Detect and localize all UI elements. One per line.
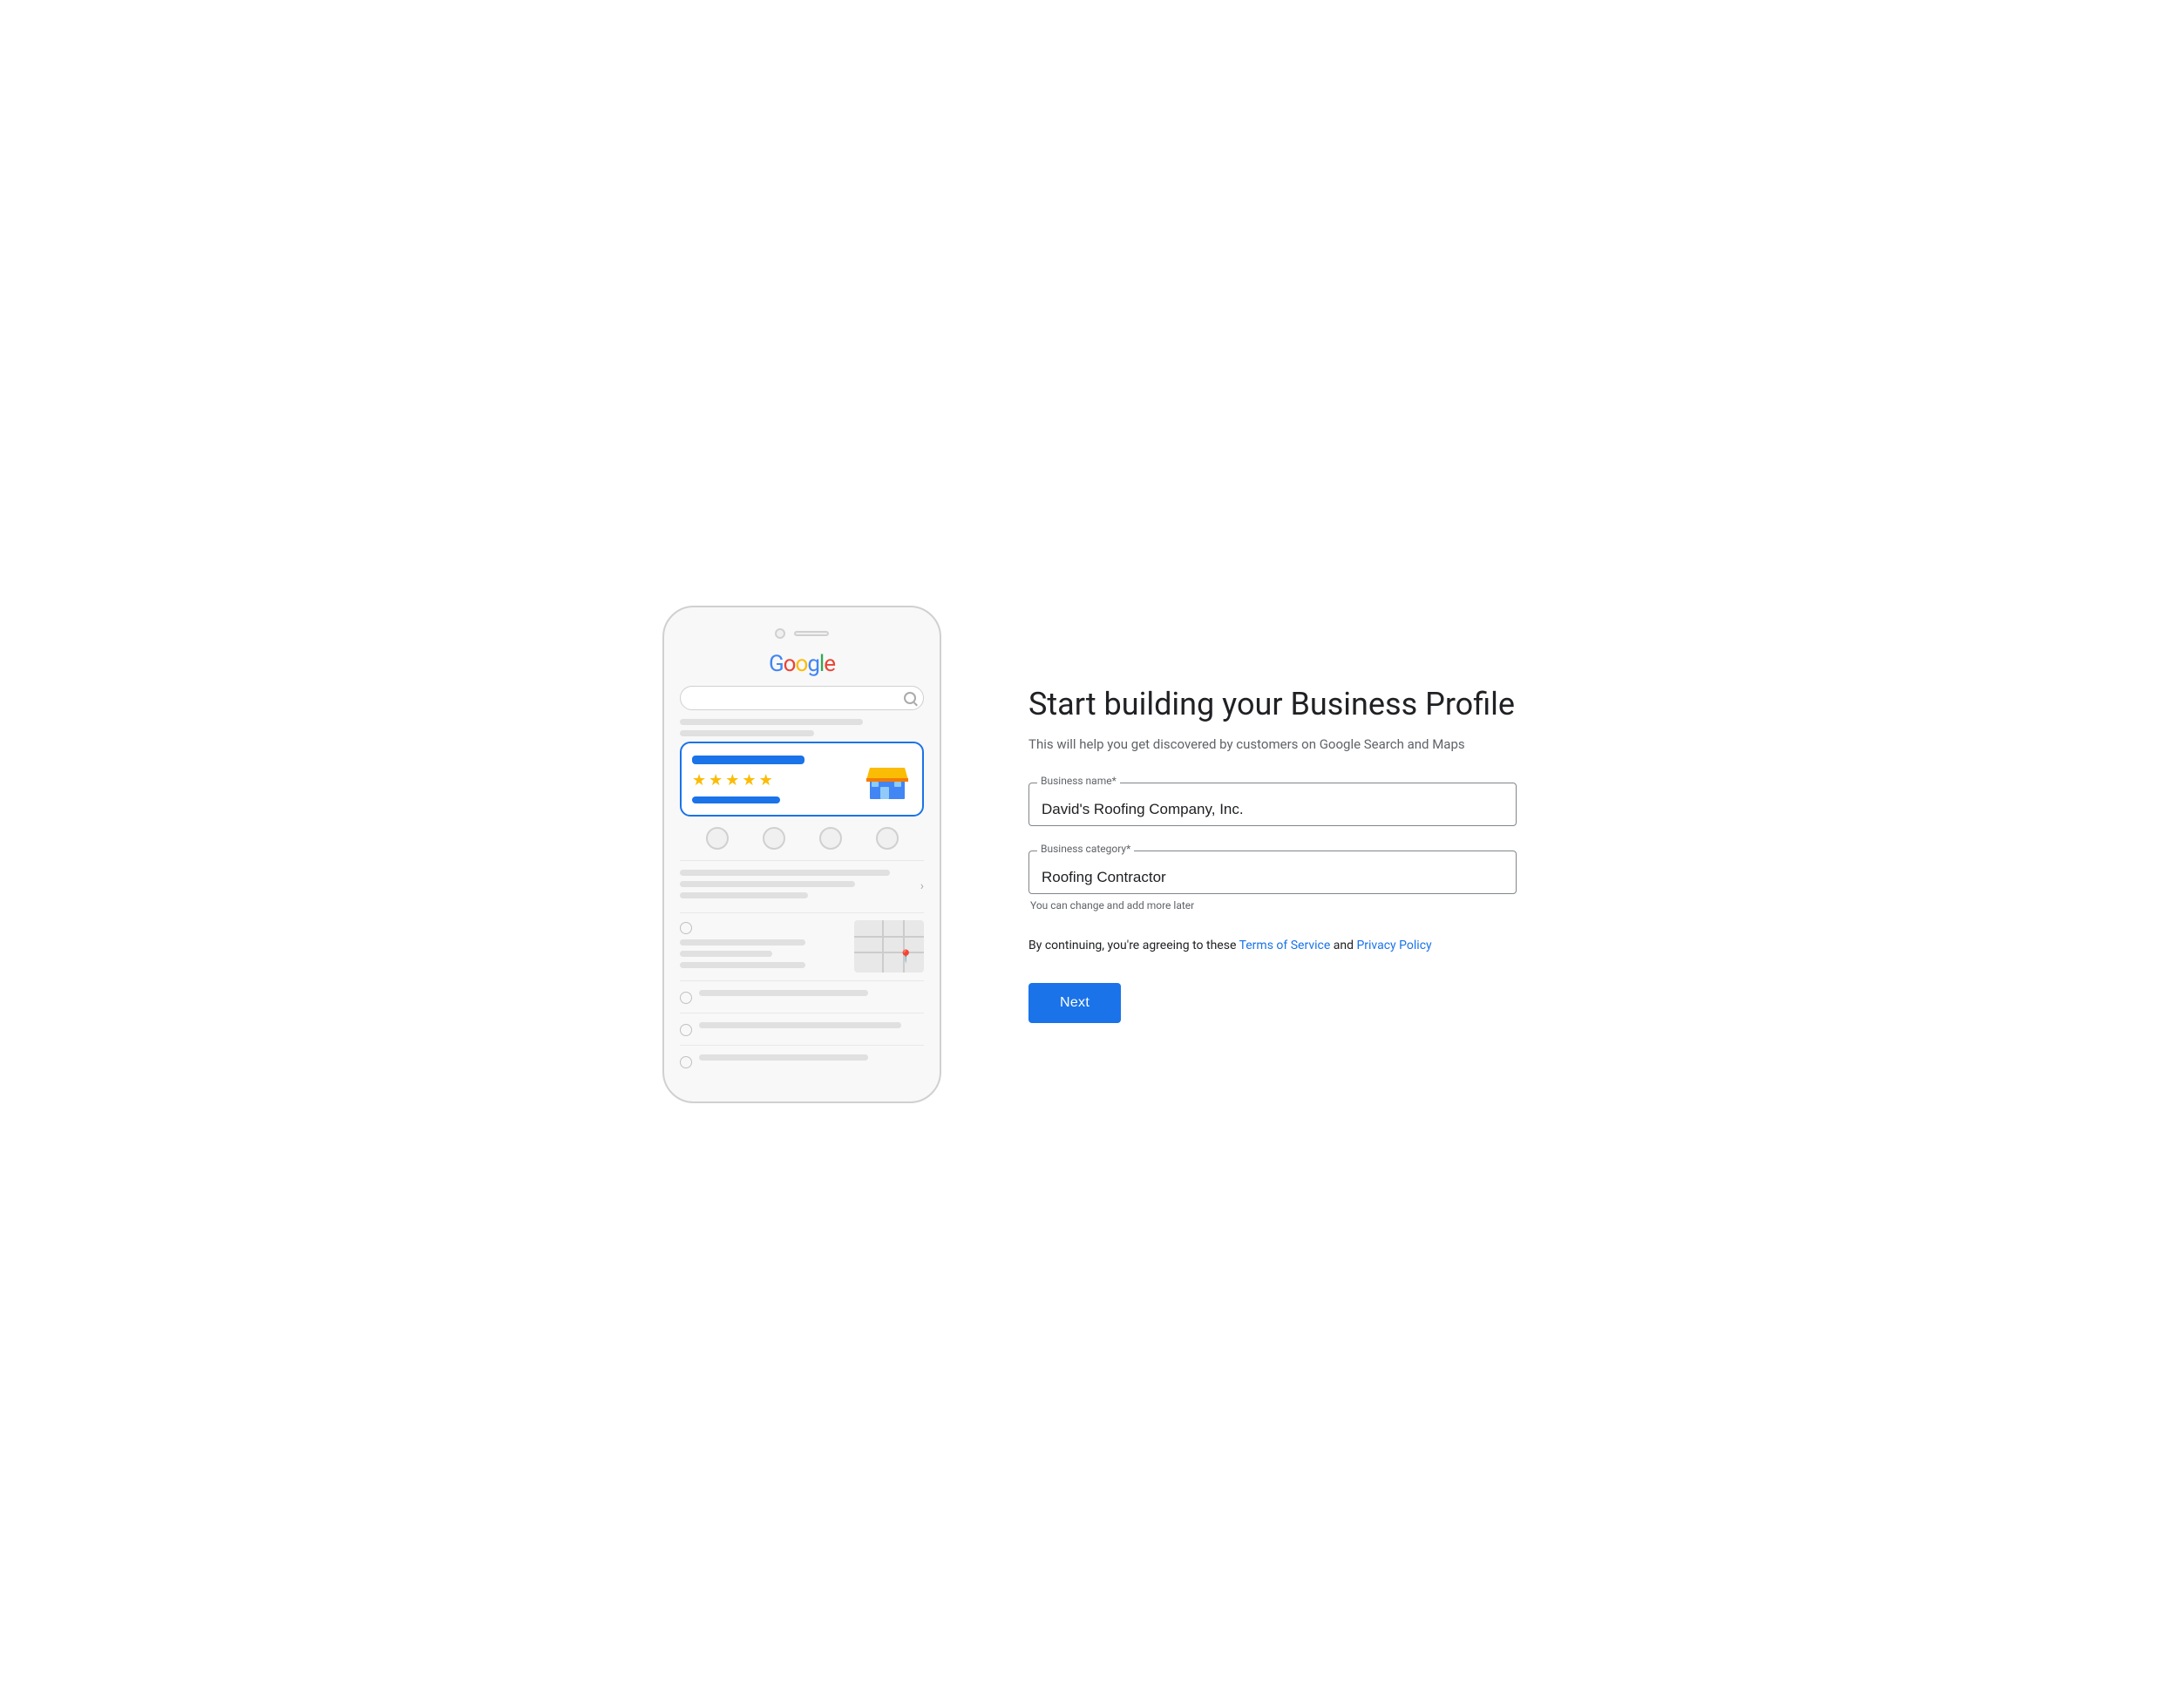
map-line-h <box>854 952 924 953</box>
store-icon <box>863 756 912 804</box>
category-hint: You can change and add more later <box>1028 899 1517 912</box>
terms-text: By continuing, you're agreeing to these … <box>1028 936 1517 955</box>
google-logo: Google <box>680 651 924 677</box>
star-5: ★ <box>759 771 773 790</box>
nav-icon-4 <box>876 827 899 850</box>
arrow-right-icon: › <box>920 879 924 893</box>
business-category-field-group: Business category* You can change and ad… <box>1028 851 1517 912</box>
phone-mockup: Google ★ ★ ★ ★ ★ <box>662 606 959 1103</box>
location-icon <box>680 922 692 934</box>
placeholder-line <box>680 951 772 957</box>
business-category-label: Business category* <box>1037 843 1134 855</box>
terms-of-service-link[interactable]: Terms of Service <box>1239 939 1331 952</box>
business-name-input[interactable] <box>1028 783 1517 826</box>
star-3: ★ <box>725 771 739 790</box>
map-left-content <box>680 920 847 973</box>
placeholder-line <box>680 719 863 725</box>
terms-and: and <box>1330 939 1356 952</box>
business-card: ★ ★ ★ ★ ★ <box>680 742 924 817</box>
placeholder-line <box>680 939 805 946</box>
nav-icon-3 <box>819 827 842 850</box>
placeholder-line <box>699 1022 901 1028</box>
card-title-bar <box>692 756 804 764</box>
page-title: Start building your Business Profile <box>1028 685 1517 724</box>
star-4: ★ <box>742 771 756 790</box>
section-lines <box>680 870 913 904</box>
map-pin: 📍 <box>899 950 913 964</box>
terms-prefix: By continuing, you're agreeing to these <box>1028 939 1239 952</box>
map-line-h <box>854 936 924 938</box>
phone-section-clock <box>680 980 924 1013</box>
business-name-field-group: Business name* <box>1028 783 1517 826</box>
main-container: Google ★ ★ ★ ★ ★ <box>610 606 1569 1103</box>
next-button[interactable]: Next <box>1028 983 1121 1023</box>
page-subtitle: This will help you get discovered by cus… <box>1028 735 1517 755</box>
placeholder-line <box>699 990 868 996</box>
phone-notch <box>680 628 924 639</box>
nav-icon-1 <box>706 827 729 850</box>
search-icon <box>904 692 916 704</box>
placeholder-line <box>680 870 890 876</box>
map-line-v <box>903 920 905 973</box>
stars-row: ★ ★ ★ ★ ★ <box>692 771 852 790</box>
card-subtitle-bar <box>692 796 780 803</box>
section-lines <box>699 990 924 1001</box>
placeholder-line <box>680 730 814 736</box>
map-line-v <box>882 920 884 973</box>
phone-nav-row <box>680 827 924 850</box>
phone-camera <box>775 628 785 639</box>
phone-icon <box>680 1024 692 1036</box>
business-category-input[interactable] <box>1028 851 1517 894</box>
phone-section-globe <box>680 1045 924 1077</box>
form-side: Start building your Business Profile Thi… <box>1028 685 1517 1023</box>
phone-map-section: 📍 <box>680 912 924 980</box>
card-content: ★ ★ ★ ★ ★ <box>692 756 852 803</box>
map-thumbnail: 📍 <box>854 920 924 973</box>
privacy-policy-link[interactable]: Privacy Policy <box>1356 939 1431 952</box>
placeholder-line <box>680 892 808 898</box>
phone-speaker <box>794 631 829 636</box>
business-name-label: Business name* <box>1037 775 1120 787</box>
section-lines <box>699 1022 924 1034</box>
placeholder-line <box>680 881 855 887</box>
phone-search-bar <box>680 686 924 710</box>
nav-icon-2 <box>763 827 785 850</box>
section-lines <box>699 1054 924 1066</box>
clock-icon <box>680 992 692 1004</box>
phone-section-1: › <box>680 860 924 912</box>
globe-icon <box>680 1056 692 1068</box>
phone-section-phone <box>680 1013 924 1045</box>
placeholder-line <box>680 962 805 968</box>
star-1: ★ <box>692 771 706 790</box>
placeholder-line <box>699 1054 868 1061</box>
star-2: ★ <box>709 771 723 790</box>
